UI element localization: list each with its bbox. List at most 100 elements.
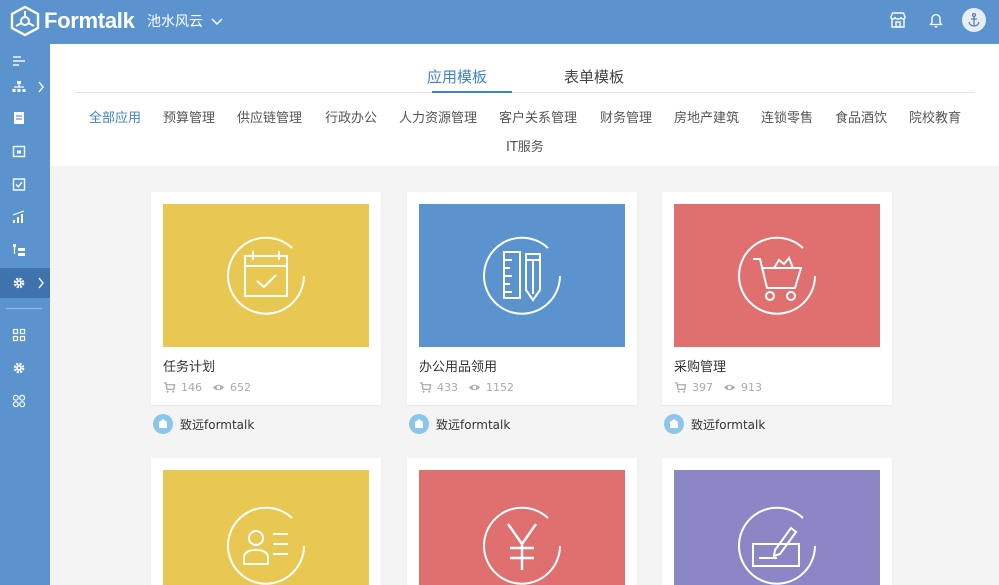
- yen-icon: [483, 506, 561, 585]
- store-icon: [890, 12, 906, 28]
- template-thumbnail: [163, 470, 369, 585]
- chevron-right-icon: [38, 277, 44, 289]
- category-hr[interactable]: 人力资源管理: [399, 107, 477, 126]
- cart-icon: [163, 382, 176, 393]
- template-card[interactable]: 办公用品领用 433 1152: [407, 192, 637, 405]
- menu-list-icon: [13, 56, 25, 66]
- eye-icon: [723, 384, 736, 391]
- use-count: 433: [437, 381, 458, 394]
- notifications-button[interactable]: [923, 7, 949, 33]
- template-title: 办公用品领用: [419, 360, 498, 375]
- category-food-beverage[interactable]: 食品酒饮: [835, 107, 887, 126]
- active-tab-indicator: [432, 91, 512, 93]
- sidebar-item-organization[interactable]: [0, 72, 50, 102]
- shopping-cart-icon: [738, 236, 816, 315]
- eye-icon: [212, 384, 225, 391]
- author-avatar: [409, 414, 429, 434]
- bar-chart-icon: [12, 210, 25, 223]
- author-name: 致远formtalk: [180, 417, 255, 432]
- use-count: 397: [692, 381, 713, 394]
- cart-icon: [419, 382, 432, 393]
- template-card[interactable]: [407, 458, 637, 585]
- user-avatar-button[interactable]: [961, 7, 987, 33]
- template-filter-panel: 应用模板 表单模板 全部应用 预算管理 供应链管理 行政办公 人力资源管理 客户…: [50, 44, 999, 166]
- view-count: 913: [741, 381, 762, 394]
- template-card[interactable]: [151, 458, 381, 585]
- sidebar-item-settings[interactable]: [0, 268, 50, 298]
- category-real-estate[interactable]: 房地产建筑: [674, 107, 739, 126]
- template-card[interactable]: 任务计划 146 652: [151, 192, 381, 405]
- category-retail[interactable]: 连锁零售: [761, 107, 813, 126]
- sidebar-divider: [6, 308, 42, 309]
- modules-icon: [12, 394, 26, 408]
- template-title: 采购管理: [674, 360, 727, 375]
- workspace-selector[interactable]: 池水风云: [147, 11, 223, 31]
- sidebar-item-reports[interactable]: [0, 202, 50, 232]
- ruler-pencil-icon: [483, 236, 561, 315]
- view-count: 652: [230, 381, 251, 394]
- app-name: Formtalk: [44, 8, 135, 33]
- author-logo-icon: [159, 419, 167, 428]
- sidebar-item-calendar[interactable]: [0, 136, 50, 166]
- eye-icon: [468, 384, 481, 391]
- calendar-icon: [12, 145, 26, 158]
- checklist-icon: [12, 178, 26, 191]
- template-thumbnail: [419, 204, 625, 347]
- tab-app-templates[interactable]: 应用模板: [427, 66, 487, 87]
- document-icon: [14, 112, 24, 124]
- sidebar-item-structure[interactable]: [0, 235, 50, 265]
- formtalk-logo[interactable]: Formtalk: [9, 5, 139, 37]
- category-administration[interactable]: 行政办公: [325, 107, 377, 126]
- template-title: 任务计划: [163, 360, 216, 375]
- category-finance[interactable]: 财务管理: [600, 107, 652, 126]
- store-button[interactable]: [885, 7, 911, 33]
- sidebar-item-tasks[interactable]: [0, 169, 50, 199]
- top-bar: Formtalk 池水风云: [0, 0, 999, 44]
- apps-grid-icon: [12, 328, 26, 342]
- template-card[interactable]: 采购管理 397 913: [662, 192, 892, 405]
- category-budget[interactable]: 预算管理: [163, 107, 215, 126]
- template-author[interactable]: 致远formtalk: [409, 414, 510, 434]
- calendar-check-icon: [227, 236, 305, 315]
- author-name: 致远formtalk: [436, 417, 511, 432]
- cheque-icon: [738, 506, 816, 585]
- template-stats: 397 913: [674, 381, 772, 394]
- category-education[interactable]: 院校教育: [909, 107, 961, 126]
- template-thumbnail: [674, 470, 880, 585]
- author-avatar: [664, 414, 684, 434]
- tab-form-templates[interactable]: 表单模板: [564, 66, 624, 87]
- tree-list-icon: [13, 244, 25, 256]
- id-card-icon: [227, 506, 305, 585]
- avatar: [962, 8, 986, 32]
- category-crm[interactable]: 客户关系管理: [499, 107, 577, 126]
- author-logo-icon: [670, 419, 678, 428]
- anchor-icon: [968, 12, 980, 27]
- template-author[interactable]: 致远formtalk: [153, 414, 254, 434]
- author-logo-icon: [415, 419, 423, 428]
- sidebar-item-documents[interactable]: [0, 103, 50, 133]
- template-thumbnail: [419, 470, 625, 585]
- template-stats: 433 1152: [419, 381, 524, 394]
- sidebar: [0, 44, 50, 585]
- category-it-services[interactable]: IT服务: [506, 136, 544, 155]
- cart-icon: [674, 382, 687, 393]
- author-name: 致远formtalk: [691, 417, 766, 432]
- template-thumbnail: [674, 204, 880, 347]
- chevron-right-icon: [38, 81, 44, 93]
- chevron-down-icon: [211, 18, 223, 26]
- sidebar-item-apps[interactable]: [0, 320, 50, 350]
- category-supply-chain[interactable]: 供应链管理: [237, 107, 302, 126]
- view-count: 1152: [486, 381, 514, 394]
- category-all[interactable]: 全部应用: [89, 107, 141, 126]
- bell-icon: [929, 13, 943, 28]
- org-chart-icon: [12, 81, 26, 92]
- author-avatar: [153, 414, 173, 434]
- gear-icon: [13, 277, 25, 289]
- template-author[interactable]: 致远formtalk: [664, 414, 765, 434]
- formtalk-logo-icon: [10, 5, 40, 37]
- template-tabs: 应用模板 表单模板: [75, 60, 975, 93]
- sidebar-item-modules[interactable]: [0, 386, 50, 416]
- template-card[interactable]: [662, 458, 892, 585]
- sidebar-item-system-settings[interactable]: [0, 353, 50, 383]
- use-count: 146: [181, 381, 202, 394]
